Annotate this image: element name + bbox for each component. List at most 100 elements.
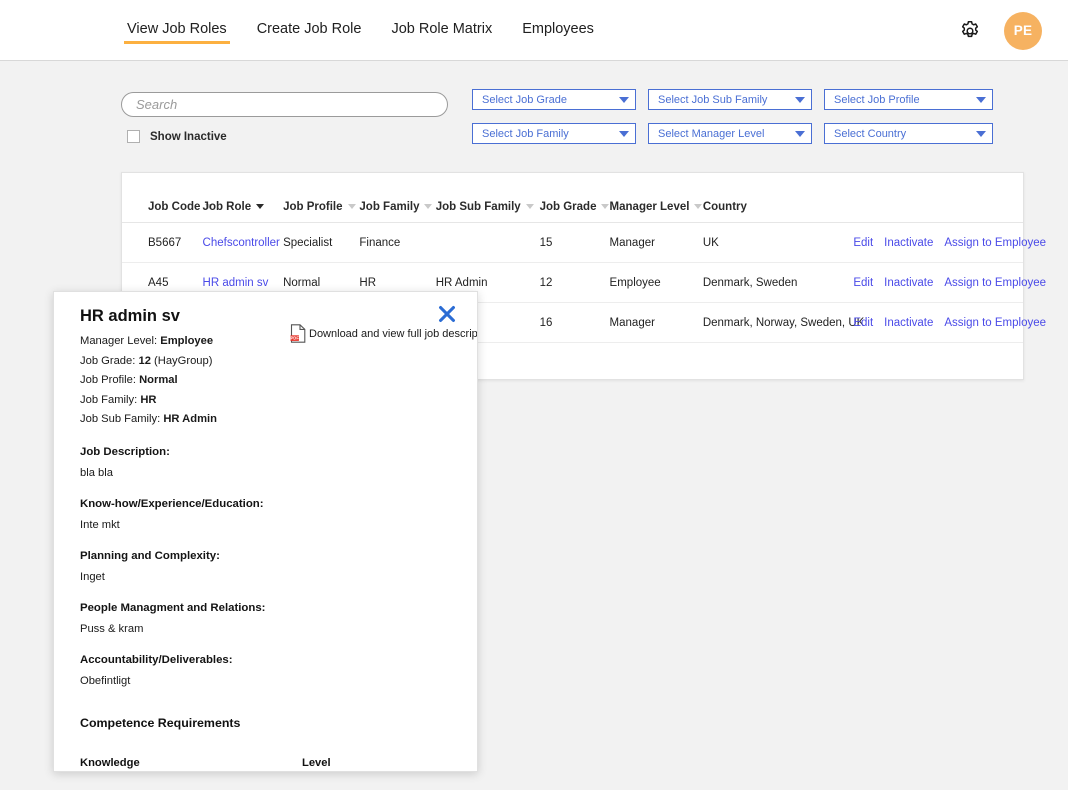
job-role-link[interactable]: Chefscontroller — [203, 237, 280, 249]
inactivate-link[interactable]: Inactivate — [884, 237, 933, 249]
competence-row: Engelska 2 — [80, 771, 360, 772]
edit-link[interactable]: Edit — [853, 237, 873, 249]
cell-job-grade: 12 — [539, 262, 610, 303]
show-inactive-checkbox[interactable] — [127, 130, 140, 143]
select-country[interactable]: Select Country — [824, 123, 993, 144]
app-root: View Job Roles Create Job Role Job Role … — [0, 0, 1068, 804]
column-header-job-profile[interactable]: Job Profile — [283, 173, 360, 223]
column-header-job-code[interactable]: Job Code — [122, 173, 214, 223]
top-bar-right-group: PE — [958, 0, 1042, 61]
assign-to-employee-link[interactable]: Assign to Employee — [944, 277, 1046, 289]
cell-actions: Edit Inactivate Assign to Employee — [853, 302, 1046, 343]
tab-employees[interactable]: Employees — [519, 18, 597, 44]
column-header-manager-level-label: Manager Level — [609, 201, 690, 213]
column-header-country[interactable]: Country — [702, 173, 854, 223]
select-country-label: Select Country — [834, 127, 907, 140]
table-header-row: Job Code Job Role Job Profile Job Family… — [122, 173, 1023, 223]
select-manager-level[interactable]: Select Manager Level — [648, 123, 812, 144]
chevron-down-icon — [976, 96, 986, 103]
field-job-grade: Job Grade: 12 (HayGroup) — [80, 352, 463, 372]
avatar[interactable]: PE — [1004, 11, 1042, 50]
section-job-description-heading: Job Description: — [80, 445, 170, 458]
section-knowhow: Know-how/Experience/Education: Inte mkt — [80, 495, 463, 534]
chevron-down-icon — [976, 130, 986, 137]
section-knowhow-text: Inte mkt — [80, 518, 120, 531]
inactivate-link[interactable]: Inactivate — [884, 277, 933, 289]
cell-job-grade: 15 — [539, 222, 610, 263]
cell-actions: Edit Inactivate Assign to Employee — [853, 262, 1046, 303]
competence-level: 2 — [302, 771, 342, 772]
sort-caret-icon[interactable] — [525, 204, 534, 209]
cell-country: Denmark, Sweden — [702, 262, 854, 303]
chevron-down-icon — [619, 96, 629, 103]
tab-view-job-roles[interactable]: View Job Roles — [124, 18, 230, 44]
section-knowhow-heading: Know-how/Experience/Education: — [80, 497, 264, 510]
field-manager-level-label: Manager Level: — [80, 335, 158, 347]
assign-to-employee-link[interactable]: Assign to Employee — [944, 237, 1046, 249]
tab-create-job-role[interactable]: Create Job Role — [254, 18, 365, 44]
column-header-job-family-label: Job Family — [359, 201, 420, 213]
section-people-management: People Managment and Relations: Puss & k… — [80, 599, 463, 638]
column-header-job-family[interactable]: Job Family — [359, 173, 436, 223]
competence-table: Knowledge Level Engelska 2 Smita undan — [80, 755, 360, 772]
field-job-family: Job Family: HR — [80, 391, 463, 411]
sort-caret-icon[interactable] — [694, 204, 703, 209]
column-header-job-sub-family-label: Job Sub Family — [435, 201, 521, 213]
gear-icon[interactable] — [958, 19, 982, 43]
section-people-management-heading: People Managment and Relations: — [80, 601, 266, 614]
page-bottom-strip — [0, 790, 1068, 804]
sort-caret-icon[interactable] — [424, 204, 433, 209]
column-header-manager-level[interactable]: Manager Level — [609, 173, 703, 223]
table-header: Job Code Job Role Job Profile Job Family… — [122, 173, 1023, 223]
field-job-sub-family-value: HR Admin — [163, 413, 217, 425]
field-job-profile-value: Normal — [139, 374, 178, 386]
cell-country: Denmark, Norway, Sweden, UK — [702, 302, 864, 343]
field-job-grade-value: 12 — [138, 354, 151, 367]
section-accountability: Accountability/Deliverables: Obefintligt — [80, 651, 463, 690]
section-accountability-heading: Accountability/Deliverables: — [80, 653, 233, 666]
column-header-job-grade-label: Job Grade — [539, 201, 597, 213]
assign-to-employee-link[interactable]: Assign to Employee — [944, 317, 1046, 329]
inactivate-link[interactable]: Inactivate — [884, 317, 933, 329]
chevron-down-icon — [795, 130, 805, 137]
competence-name-link[interactable]: Engelska — [80, 771, 302, 772]
field-manager-level: Manager Level: Employee — [80, 332, 463, 352]
sort-caret-icon[interactable] — [256, 204, 265, 209]
section-planning-complexity: Planning and Complexity: Inget — [80, 547, 463, 586]
edit-link[interactable]: Edit — [853, 277, 873, 289]
select-job-grade[interactable]: Select Job Grade — [472, 89, 636, 110]
cell-manager-level: Employee — [609, 262, 703, 303]
field-manager-level-value: Employee — [160, 335, 214, 347]
field-job-sub-family-label: Job Sub Family: — [80, 413, 161, 425]
field-job-profile-label: Job Profile: — [80, 374, 136, 386]
tab-job-role-matrix[interactable]: Job Role Matrix — [388, 18, 495, 44]
section-planning-complexity-text: Inget — [80, 570, 105, 583]
search-input[interactable] — [121, 92, 448, 117]
column-header-job-grade[interactable]: Job Grade — [539, 173, 610, 223]
close-icon[interactable] — [436, 303, 458, 325]
select-job-sub-family[interactable]: Select Job Sub Family — [648, 89, 812, 110]
section-job-description: Job Description: bla bla — [80, 443, 463, 482]
competence-column-knowledge: Knowledge — [80, 756, 140, 769]
table-row[interactable]: B5667 Chefscontroller Specialist Finance… — [122, 222, 1046, 263]
job-role-link[interactable]: HR admin sv — [203, 277, 269, 289]
edit-link[interactable]: Edit — [853, 317, 873, 329]
sort-caret-icon[interactable] — [601, 204, 610, 209]
row-actions: Edit Inactivate Assign to Employee — [853, 317, 1046, 329]
field-job-grade-label: Job Grade: — [80, 354, 136, 367]
select-manager-level-label: Select Manager Level — [658, 127, 765, 140]
column-header-job-sub-family[interactable]: Job Sub Family — [435, 173, 540, 223]
column-header-country-label: Country — [702, 201, 747, 213]
select-job-profile[interactable]: Select Job Profile — [824, 89, 993, 110]
show-inactive-toggle[interactable]: Show Inactive — [127, 130, 227, 143]
column-header-job-role[interactable]: Job Role — [202, 173, 284, 223]
field-job-sub-family: Job Sub Family: HR Admin — [80, 410, 463, 430]
sort-caret-icon[interactable] — [347, 204, 356, 209]
filter-bar: Show Inactive Select Job Grade Select Jo… — [0, 61, 1068, 161]
row-actions: Edit Inactivate Assign to Employee — [853, 237, 1046, 249]
cell-country: UK — [702, 222, 854, 263]
select-job-family[interactable]: Select Job Family — [472, 123, 636, 144]
field-job-profile: Job Profile: Normal — [80, 371, 463, 391]
select-job-family-label: Select Job Family — [482, 127, 569, 140]
section-job-description-text: bla bla — [80, 466, 113, 479]
